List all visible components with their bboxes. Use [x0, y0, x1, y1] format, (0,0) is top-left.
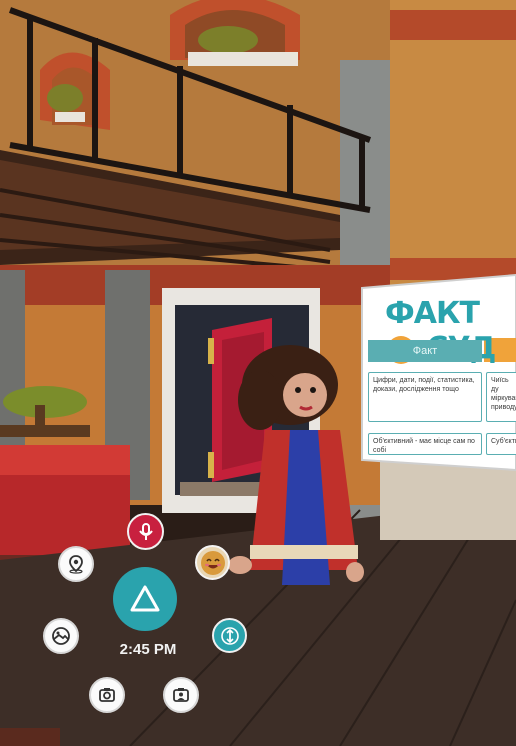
board-title-left: ФАКТ [385, 296, 480, 331]
clock-time: 2:45 PM [119, 641, 177, 658]
up-down-arrows-icon [220, 626, 239, 645]
selfie-camera-button[interactable] [163, 677, 199, 713]
portrait-camera-icon [173, 688, 189, 702]
teleport-button[interactable] [212, 618, 247, 653]
triangle-icon [130, 585, 160, 612]
board-column-header-fact: Факт [368, 340, 482, 362]
landscape-icon [52, 627, 70, 645]
gallery-button[interactable] [43, 618, 79, 654]
board-cell-opinion-1: Чиїсь ду міркуван приводу [486, 372, 516, 422]
plant-left [47, 84, 83, 112]
home-button[interactable] [113, 567, 177, 631]
microphone-button[interactable] [127, 513, 164, 550]
board-cell-fact-1: Цифри, дати, події, статистика, докази, … [368, 372, 482, 422]
camera-icon [99, 688, 115, 702]
board-cell-opinion-2: Суб'єкти [486, 433, 516, 455]
emoji-button[interactable] [195, 545, 230, 580]
plant-top [198, 26, 258, 54]
board-cell-fact-2: Об'єктивний - має місце сам по собі [368, 433, 482, 455]
smiley-face-icon [200, 550, 225, 575]
camera-button[interactable] [89, 677, 125, 713]
location-button[interactable] [58, 546, 94, 582]
location-pin-icon [69, 555, 83, 574]
microphone-icon [138, 522, 153, 540]
